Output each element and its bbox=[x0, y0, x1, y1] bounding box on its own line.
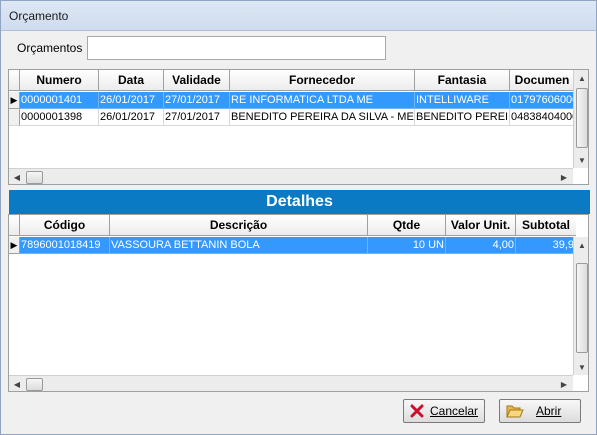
col-codigo[interactable]: Código bbox=[20, 215, 110, 236]
details-grid[interactable]: Código Descrição Qtde Valor Unit. Subtot… bbox=[8, 214, 589, 392]
col-numero[interactable]: Numero bbox=[20, 70, 99, 91]
cell-numero: 0000001401 bbox=[20, 92, 99, 109]
header-indicator bbox=[9, 215, 20, 236]
cell-numero: 0000001398 bbox=[20, 109, 99, 126]
details-heading: Detalhes bbox=[9, 190, 590, 214]
scroll-thumb[interactable] bbox=[26, 171, 43, 184]
col-qtde[interactable]: Qtde bbox=[368, 215, 446, 236]
scroll-right-icon[interactable]: ▶ bbox=[556, 376, 572, 391]
x-icon bbox=[410, 404, 424, 418]
cell-codigo: 7896001018419 bbox=[20, 237, 110, 254]
budgets-horizontal-scrollbar[interactable]: ◀ ▶ bbox=[9, 168, 573, 184]
details-vertical-scrollbar[interactable]: ▲ ▼ bbox=[573, 237, 588, 375]
triangle-right-icon: ▶ bbox=[9, 237, 20, 254]
scroll-left-icon[interactable]: ◀ bbox=[9, 169, 25, 184]
table-row[interactable]: ▶ 7896001018419 VASSOURA BETTANIN BOLA 1… bbox=[9, 237, 576, 254]
cell-documento: 01797606000 bbox=[510, 92, 574, 109]
header-indicator bbox=[9, 70, 20, 91]
open-label: Abrir bbox=[536, 404, 562, 418]
row-indicator bbox=[9, 109, 20, 126]
budgets-vertical-scrollbar[interactable]: ▲ ▼ bbox=[573, 70, 588, 168]
cell-subtotal: 39,9 bbox=[516, 237, 576, 254]
scroll-thumb[interactable] bbox=[576, 88, 588, 148]
col-descricao[interactable]: Descrição bbox=[110, 215, 368, 236]
cell-fornecedor: RE INFORMATICA LTDA ME bbox=[230, 92, 415, 109]
col-valor-unit[interactable]: Valor Unit. bbox=[446, 215, 516, 236]
scroll-down-icon[interactable]: ▼ bbox=[574, 152, 588, 168]
cancel-button[interactable]: Cancelar bbox=[403, 399, 485, 423]
budget-window: Orçamento Orçamentos Numero Data Validad… bbox=[0, 0, 597, 435]
cell-fantasia: INTELLIWARE bbox=[415, 92, 510, 109]
cell-descricao: VASSOURA BETTANIN BOLA bbox=[110, 237, 368, 254]
col-data[interactable]: Data bbox=[99, 70, 164, 91]
open-button[interactable]: Abrir bbox=[499, 399, 581, 423]
cell-fantasia: BENEDITO PEREIRA bbox=[415, 109, 510, 126]
cancel-label: Cancelar bbox=[430, 404, 479, 418]
scroll-left-icon[interactable]: ◀ bbox=[9, 376, 25, 391]
search-label: Orçamentos bbox=[17, 41, 83, 55]
details-header: Código Descrição Qtde Valor Unit. Subtot… bbox=[9, 215, 576, 236]
cell-data: 26/01/2017 bbox=[99, 92, 164, 109]
table-row[interactable]: ▶ 0000001401 26/01/2017 27/01/2017 RE IN… bbox=[9, 92, 574, 109]
table-row[interactable]: 0000001398 26/01/2017 27/01/2017 BENEDIT… bbox=[9, 109, 574, 126]
cell-fornecedor: BENEDITO PEREIRA DA SILVA - ME bbox=[230, 109, 415, 126]
cell-data: 26/01/2017 bbox=[99, 109, 164, 126]
col-subtotal[interactable]: Subtotal bbox=[516, 215, 576, 236]
cell-valor-unit: 4,00 bbox=[446, 237, 516, 254]
scroll-right-icon[interactable]: ▶ bbox=[556, 169, 572, 184]
scroll-thumb[interactable] bbox=[576, 263, 588, 353]
title-bar: Orçamento bbox=[1, 1, 596, 31]
scroll-thumb[interactable] bbox=[26, 378, 43, 391]
col-fornecedor[interactable]: Fornecedor bbox=[230, 70, 415, 91]
cell-qtde: 10 UN bbox=[368, 237, 446, 254]
scroll-up-icon[interactable]: ▲ bbox=[574, 70, 588, 86]
scroll-down-icon[interactable]: ▼ bbox=[574, 359, 588, 375]
details-horizontal-scrollbar[interactable]: ◀ ▶ bbox=[9, 375, 573, 391]
cell-documento: 04838404000 bbox=[510, 109, 574, 126]
cell-validade: 27/01/2017 bbox=[164, 92, 230, 109]
scroll-up-icon[interactable]: ▲ bbox=[574, 237, 588, 253]
col-fantasia[interactable]: Fantasia bbox=[415, 70, 510, 91]
search-input[interactable] bbox=[87, 36, 386, 60]
triangle-right-icon: ▶ bbox=[9, 92, 20, 109]
col-documento[interactable]: Documen bbox=[510, 70, 574, 91]
cell-validade: 27/01/2017 bbox=[164, 109, 230, 126]
folder-open-icon bbox=[506, 405, 524, 418]
budgets-header: Numero Data Validade Fornecedor Fantasia… bbox=[9, 70, 574, 91]
window-title: Orçamento bbox=[9, 9, 69, 23]
budgets-grid[interactable]: Numero Data Validade Fornecedor Fantasia… bbox=[8, 69, 589, 185]
col-validade[interactable]: Validade bbox=[164, 70, 230, 91]
